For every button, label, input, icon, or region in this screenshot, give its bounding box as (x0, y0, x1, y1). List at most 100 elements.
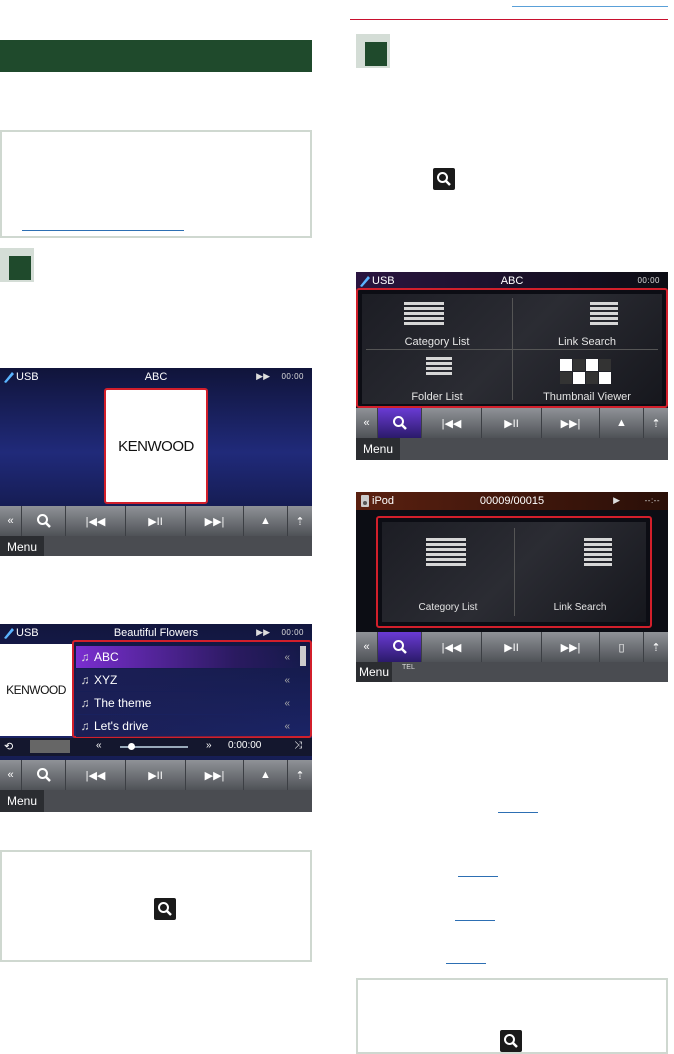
music-note-icon: ♫ (80, 673, 90, 687)
note-box-bottom-right (356, 978, 668, 1054)
list-item[interactable]: ♫ The theme « (76, 692, 304, 714)
search-button[interactable] (378, 632, 422, 662)
play-pause-button[interactable]: ▶II (482, 632, 542, 662)
back-button[interactable]: « (356, 408, 378, 438)
clock: 00:00 (281, 372, 304, 381)
play-pause-button[interactable]: ▶II (126, 760, 186, 790)
list-item[interactable]: ♫ Let's drive « (76, 715, 304, 737)
tile-label: Category List (418, 602, 478, 613)
page-reference-link[interactable] (446, 963, 486, 964)
clock: --:-- (644, 496, 660, 505)
page-reference-link[interactable] (498, 812, 538, 813)
category-list-icon (404, 302, 444, 327)
tile-label: Link Search (553, 602, 607, 613)
previous-button[interactable]: |◀◀ (422, 408, 482, 438)
list-item[interactable]: ♫ ABC « (76, 646, 304, 668)
next-button[interactable]: ▶▶| (542, 408, 600, 438)
track-name: XYZ (94, 673, 118, 687)
album-art[interactable]: KENWOOD (104, 388, 208, 504)
eject-button[interactable]: ▲ (244, 760, 288, 790)
album-art-logo: KENWOOD (118, 437, 194, 455)
control-bar: « |◀◀ ▶II ▶▶| ▯ ⇡ (356, 632, 668, 662)
progress-strip: ⟲ « » 0:00:00 ⤨ (0, 738, 312, 756)
album-art: KENWOOD (0, 644, 72, 736)
list-item[interactable]: ♫ XYZ « (76, 669, 304, 691)
back-button[interactable]: « (356, 632, 378, 662)
control-bar: « |◀◀ ▶II ▶▶| ▲ ⇡ (0, 760, 312, 790)
back-button[interactable]: « (0, 506, 22, 536)
clock: 00:00 (281, 628, 304, 637)
music-note-icon: ♫ (80, 719, 90, 733)
list-scrollbar[interactable] (300, 646, 306, 666)
page-reference-link[interactable] (455, 920, 495, 921)
tile-label: Folder List (411, 391, 463, 403)
top-menu-button[interactable]: ⇡ (288, 760, 312, 790)
shuffle-icon[interactable]: ⤨ (294, 740, 302, 751)
menu-button[interactable]: Menu (356, 438, 400, 460)
repeat-icon[interactable]: ⟲ (4, 740, 13, 753)
control-bar: « |◀◀ ▶II ▶▶| ▲ ⇡ (0, 506, 312, 536)
note-reference-link[interactable] (22, 230, 184, 231)
menu-button[interactable]: Menu (0, 790, 44, 812)
eject-button[interactable]: ▲ (244, 506, 288, 536)
top-menu-button[interactable]: ⇡ (644, 632, 668, 662)
header-link[interactable] (512, 6, 668, 7)
eject-button[interactable]: ▲ (600, 408, 644, 438)
seek-handle[interactable] (128, 743, 135, 750)
forward-icon[interactable]: » (206, 740, 212, 751)
link-search-icon (584, 538, 612, 568)
menu-bar: Menu (0, 790, 312, 812)
search-icon (36, 514, 51, 528)
status-bar: iPod 00009/00015 ▶ --:-- (356, 492, 668, 510)
step-badge (0, 248, 34, 282)
next-button[interactable]: ▶▶| (186, 506, 244, 536)
play-pause-button[interactable]: ▶II (482, 408, 542, 438)
music-note-icon: ♫ (80, 696, 90, 710)
link-search-icon (590, 302, 618, 327)
elapsed-time: 0:00:00 (228, 740, 262, 751)
search-icon (392, 416, 407, 430)
previous-button[interactable]: |◀◀ (66, 760, 126, 790)
ipod-control-button[interactable]: ▯ (600, 632, 644, 662)
tile-label: Link Search (557, 336, 617, 348)
category-list-tile[interactable]: Category List (382, 522, 514, 622)
play-pause-button[interactable]: ▶II (126, 506, 186, 536)
back-button[interactable]: « (0, 760, 22, 790)
menu-bar: Menu (356, 438, 668, 460)
next-button[interactable]: ▶▶| (542, 632, 600, 662)
rewind-icon[interactable]: « (96, 740, 102, 751)
link-search-tile[interactable]: Link Search (512, 294, 662, 349)
top-menu-button[interactable]: ⇡ (288, 506, 312, 536)
search-icon (154, 898, 176, 920)
search-tiles: Category List Link Search Folder List Th… (362, 294, 662, 404)
search-button[interactable] (22, 760, 66, 790)
status-bar: USB ABC ▶▶ 00:00 (0, 368, 312, 386)
track-name: ABC (94, 650, 119, 664)
category-list-icon (426, 538, 466, 568)
clock: 00:00 (637, 276, 660, 285)
menu-button[interactable]: Menu (356, 662, 392, 682)
usb-list-screen: USB Beautiful Flowers ▶▶ 00:00 KENWOOD ♫… (0, 624, 312, 812)
link-search-tile[interactable]: Link Search (514, 522, 646, 622)
category-list-tile[interactable]: Category List (362, 294, 512, 349)
music-note-icon: ♫ (80, 650, 90, 664)
folder-list-tile[interactable]: Folder List (362, 349, 512, 404)
top-menu-button[interactable]: ⇡ (644, 408, 668, 438)
menu-button[interactable]: Menu (0, 536, 44, 556)
page-reference-link[interactable] (458, 876, 498, 877)
mode-button[interactable] (30, 740, 70, 753)
header-rule (350, 19, 668, 20)
previous-button[interactable]: |◀◀ (422, 632, 482, 662)
tile-label: Thumbnail Viewer (543, 391, 631, 403)
search-button[interactable] (22, 506, 66, 536)
thumbnail-viewer-tile[interactable]: Thumbnail Viewer (512, 349, 662, 404)
search-icon (36, 768, 51, 782)
menu-bar: Menu (0, 536, 312, 556)
chevron-icon: « (284, 720, 290, 732)
next-button[interactable]: ▶▶| (186, 760, 244, 790)
section-header-bar (0, 40, 312, 72)
note-box-bottom-left (0, 850, 312, 962)
track-name: Let's drive (94, 719, 149, 733)
previous-button[interactable]: |◀◀ (66, 506, 126, 536)
search-button[interactable] (378, 408, 422, 438)
